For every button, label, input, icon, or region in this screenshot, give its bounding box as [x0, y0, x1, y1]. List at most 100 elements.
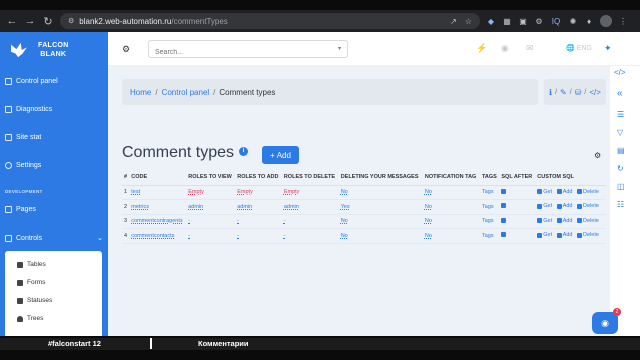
brand[interactable]: FALCON BLANK — [0, 32, 108, 68]
get-action[interactable]: Get — [537, 203, 552, 209]
sql-after-icon[interactable] — [501, 232, 507, 238]
profile-avatar[interactable] — [600, 15, 612, 27]
filter-icon[interactable]: ▽ — [617, 128, 623, 137]
roles-delete-value[interactable]: admin — [284, 204, 299, 210]
roles-view-value[interactable]: - — [188, 218, 190, 224]
sitemap-icon[interactable]: ☷ — [617, 200, 624, 209]
add-button[interactable]: + Add — [262, 146, 299, 164]
caption-title: Комментарии — [198, 339, 249, 348]
layout-icon[interactable]: ▤ — [617, 146, 625, 155]
get-action[interactable]: Get — [537, 218, 552, 224]
collapse-left-icon[interactable]: « — [617, 88, 623, 99]
refresh-icon[interactable]: ↻ — [617, 164, 624, 173]
extension-squares-icon[interactable]: ▣ — [518, 17, 528, 26]
notification-tag-value[interactable]: No — [425, 189, 432, 195]
search-box[interactable]: ▾ — [148, 40, 348, 61]
tags-link[interactable]: Tags — [482, 233, 494, 239]
extension-iq-label[interactable]: IQ — [550, 17, 562, 26]
bookmark-star-icon[interactable]: ☆ — [465, 17, 472, 26]
roles-view-value[interactable]: - — [188, 233, 190, 239]
browser-menu-icon[interactable]: ⋮ — [618, 17, 628, 26]
sql-after-icon[interactable] — [501, 203, 507, 209]
roles-add-value[interactable]: - — [237, 218, 239, 224]
extension-gear-icon[interactable]: ✺ — [568, 17, 578, 26]
sidebar-item-diagnostics[interactable]: Diagnostics — [5, 106, 103, 113]
lightning-icon[interactable]: ⚡ — [476, 43, 487, 54]
extensions-puzzle-icon[interactable]: ♦ — [584, 17, 594, 26]
roles-delete-value[interactable]: - — [284, 218, 286, 224]
breadcrumb-home[interactable]: Home — [130, 88, 151, 97]
tags-link[interactable]: Tags — [482, 218, 494, 224]
get-action[interactable]: Get — [537, 232, 552, 238]
delete-action[interactable]: Delete — [577, 232, 599, 238]
language-selector[interactable]: 🌐 ENG — [566, 44, 592, 52]
table-settings-icon[interactable]: ⚙ — [594, 151, 601, 160]
site-info-icon[interactable]: ⚙ — [68, 17, 74, 25]
sidebar-item-site-stat[interactable]: Site stat — [5, 134, 103, 141]
submenu-item-tables[interactable]: Tables — [17, 261, 46, 268]
back-icon[interactable]: ← — [6, 15, 18, 27]
extension-grid-icon[interactable]: ▦ — [502, 17, 512, 26]
roles-view-value[interactable]: Empty — [188, 189, 204, 195]
reload-icon[interactable]: ↻ — [42, 15, 54, 28]
code-link[interactable]: commentcontacts — [131, 233, 174, 239]
trash-icon[interactable]: ◫ — [617, 182, 625, 191]
code-tool-icon[interactable]: </> — [589, 88, 601, 97]
code-link[interactable]: metrics — [131, 204, 149, 210]
add-action[interactable]: Add — [556, 203, 572, 209]
submenu-item-forms[interactable]: Forms — [17, 279, 45, 286]
deleting-messages-value[interactable]: Yes — [341, 204, 350, 210]
delete-action[interactable]: Delete — [577, 218, 599, 224]
search-input[interactable] — [149, 44, 319, 61]
roles-view-value[interactable]: admin — [188, 204, 203, 210]
info-tool-icon[interactable]: ℹ — [549, 88, 552, 97]
sql-after-icon[interactable] — [501, 217, 507, 223]
add-action[interactable]: Add — [556, 189, 572, 195]
address-bar[interactable]: ⚙ blank2.web-automation.ru/commentTypes … — [60, 13, 480, 29]
submenu-item-statuses[interactable]: Statuses — [17, 297, 52, 304]
delete-action[interactable]: Delete — [577, 203, 599, 209]
add-action[interactable]: Add — [556, 232, 572, 238]
extension-diamond-icon[interactable]: ◆ — [486, 17, 496, 26]
roles-add-value[interactable]: admin — [237, 204, 252, 210]
list-icon[interactable]: ☰ — [617, 110, 624, 119]
chevron-down-icon[interactable]: ▾ — [338, 45, 341, 52]
roles-add-value[interactable]: Empty — [237, 189, 253, 195]
sidebar-item-controls[interactable]: Controls ⌄ — [5, 234, 103, 242]
tags-link[interactable]: Tags — [482, 189, 494, 195]
get-action[interactable]: Get — [537, 189, 552, 195]
deleting-messages-value[interactable]: No — [341, 233, 348, 239]
delete-action[interactable]: Delete — [577, 189, 599, 195]
roles-add-value[interactable]: - — [237, 233, 239, 239]
notification-tag-value[interactable]: No — [425, 218, 432, 224]
deleting-messages-value[interactable]: No — [341, 189, 348, 195]
table-row: 3 commentcontragents - - - No No Tags Ge… — [122, 214, 606, 229]
database-tool-icon[interactable]: ⛁ — [575, 88, 582, 97]
header-tags: TAGS — [479, 170, 500, 186]
share-icon[interactable]: ↗ — [450, 17, 457, 26]
roles-delete-value[interactable]: - — [284, 233, 286, 239]
notification-tag-value[interactable]: No — [425, 204, 432, 210]
sql-after-icon[interactable] — [501, 188, 507, 194]
deleting-messages-value[interactable]: No — [341, 218, 348, 224]
info-icon[interactable]: i — [239, 147, 248, 156]
code-toggle-icon[interactable]: </> — [614, 68, 626, 77]
submenu-item-trees[interactable]: Trees — [17, 315, 43, 322]
notification-tag-value[interactable]: No — [425, 233, 432, 239]
sidebar-item-control-panel[interactable]: Control panel — [5, 78, 103, 85]
forward-icon[interactable]: → — [24, 15, 36, 27]
code-link[interactable]: commentcontragents — [131, 218, 182, 224]
sidebar-item-pages[interactable]: Pages — [5, 206, 103, 213]
extension-settings-icon[interactable]: ⚙ — [534, 17, 544, 26]
settings-icon[interactable]: ⚙ — [122, 44, 130, 55]
add-action[interactable]: Add — [556, 218, 572, 224]
bell-icon[interactable]: ◉ — [501, 43, 509, 54]
mail-icon[interactable]: ✉ — [526, 43, 534, 54]
breadcrumb-control-panel[interactable]: Control panel — [162, 88, 210, 97]
user-avatar-icon[interactable]: ✦ — [604, 43, 612, 54]
edit-tool-icon[interactable]: ✎ — [560, 88, 567, 97]
tags-link[interactable]: Tags — [482, 204, 494, 210]
code-link[interactable]: test — [131, 189, 140, 195]
sidebar-item-settings[interactable]: Settings — [5, 162, 103, 169]
roles-delete-value[interactable]: Empty — [284, 189, 300, 195]
